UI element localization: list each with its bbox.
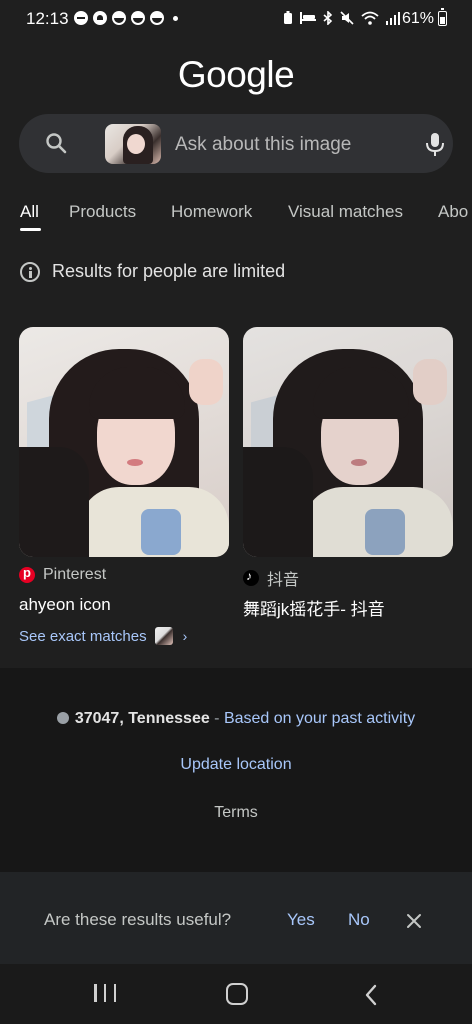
update-location-link[interactable]: Update location bbox=[0, 756, 472, 774]
see-exact-matches-link[interactable]: See exact matches › bbox=[19, 627, 187, 645]
feedback-yes-button[interactable]: Yes bbox=[287, 910, 315, 930]
source-name: 抖音 bbox=[267, 572, 300, 589]
feedback-bar: Are these results useful? Yes No bbox=[0, 872, 472, 964]
google-logo: Google bbox=[177, 54, 295, 95]
location-dot-icon bbox=[56, 712, 69, 724]
recent-apps-button[interactable] bbox=[94, 984, 116, 1004]
sleep-mode-icon bbox=[300, 12, 316, 24]
snapchat-icon bbox=[93, 11, 107, 25]
exact-match-thumbnail bbox=[154, 627, 173, 645]
bluetooth-icon bbox=[323, 11, 333, 25]
filter-tabs: All Products Homework Visual matches Abo bbox=[20, 202, 472, 238]
image-shirt-shape bbox=[79, 487, 229, 557]
signal-icon bbox=[386, 12, 400, 25]
chevron-right-icon: › bbox=[182, 628, 188, 644]
battery-percent: 61% bbox=[402, 10, 435, 27]
notification-app-icon bbox=[150, 11, 164, 25]
location-zip: 37047, Tennessee bbox=[74, 710, 210, 727]
search-input[interactable]: Ask about this image bbox=[175, 134, 351, 156]
limited-results-notice: Results for people are limited bbox=[20, 261, 285, 282]
exact-matches-label: See exact matches bbox=[19, 627, 147, 645]
image-jacket-shape bbox=[19, 447, 89, 557]
notification-app-icon bbox=[112, 11, 126, 25]
microphone-icon[interactable] bbox=[423, 131, 447, 157]
battery-saver-icon bbox=[284, 11, 292, 24]
wifi-icon bbox=[361, 11, 379, 25]
notification-app-icon bbox=[131, 11, 145, 25]
android-navigation-bar bbox=[0, 964, 472, 1024]
notice-text: Results for people are limited bbox=[52, 261, 286, 281]
result-image[interactable] bbox=[243, 327, 453, 557]
system-status-icons bbox=[283, 11, 400, 25]
image-jacket-shape bbox=[243, 447, 313, 557]
image-lips-shape bbox=[351, 459, 367, 466]
status-bar: 12:13 61% bbox=[0, 0, 472, 40]
tab-about[interactable]: Abo bbox=[438, 202, 468, 222]
close-icon[interactable] bbox=[405, 912, 423, 930]
location-basis-link[interactable]: Based on your past activity bbox=[224, 710, 415, 727]
search-icon[interactable] bbox=[45, 132, 67, 154]
home-button[interactable] bbox=[226, 983, 248, 1005]
google-lens-results-page: 12:13 61% Google Ask about this image Al… bbox=[0, 0, 472, 1024]
feedback-question: Are these results useful? bbox=[44, 910, 232, 929]
result-source[interactable]: 抖音 bbox=[243, 566, 299, 590]
image-shirt-shape bbox=[303, 487, 453, 557]
tab-products[interactable]: Products bbox=[69, 202, 136, 222]
tab-homework[interactable]: Homework bbox=[171, 202, 252, 222]
feedback-no-button[interactable]: No bbox=[348, 910, 370, 930]
image-hand-shape bbox=[413, 359, 447, 405]
tab-visual-matches[interactable]: Visual matches bbox=[288, 202, 403, 222]
result-image[interactable] bbox=[19, 327, 229, 557]
info-icon bbox=[20, 261, 40, 282]
thumbnail-face-shape bbox=[127, 134, 145, 154]
tab-all[interactable]: All bbox=[20, 202, 39, 222]
more-notifications-dot-icon bbox=[173, 15, 178, 21]
image-hand-shape bbox=[189, 359, 223, 405]
location-separator: - bbox=[209, 710, 224, 727]
mute-icon bbox=[340, 11, 354, 25]
result-card-pinterest[interactable]: Pinterest ahyeon icon See exact matches … bbox=[19, 327, 229, 645]
result-card-douyin[interactable]: 抖音 舞蹈jk摇花手- 抖音 bbox=[243, 327, 453, 619]
location-info: 37047, Tennessee - Based on your past ac… bbox=[0, 710, 472, 728]
terms-link[interactable]: Terms bbox=[0, 804, 472, 822]
result-title[interactable]: ahyeon icon bbox=[19, 595, 111, 615]
active-tab-indicator bbox=[20, 228, 41, 231]
back-button[interactable] bbox=[362, 983, 382, 1007]
battery-icon bbox=[438, 8, 447, 26]
pinterest-icon bbox=[19, 565, 35, 583]
notification-icons bbox=[74, 11, 178, 25]
page-footer: 37047, Tennessee - Based on your past ac… bbox=[0, 668, 472, 872]
query-image-thumbnail[interactable] bbox=[105, 124, 161, 164]
result-title[interactable]: 舞蹈jk摇花手- 抖音 bbox=[243, 595, 385, 620]
result-source[interactable]: Pinterest bbox=[19, 565, 107, 584]
tiktok-icon bbox=[243, 569, 259, 586]
search-bar[interactable]: Ask about this image bbox=[19, 114, 453, 173]
status-time: 12:13 bbox=[26, 9, 69, 28]
source-name: Pinterest bbox=[43, 566, 107, 583]
do-not-disturb-icon bbox=[74, 11, 88, 25]
image-lips-shape bbox=[127, 459, 143, 466]
